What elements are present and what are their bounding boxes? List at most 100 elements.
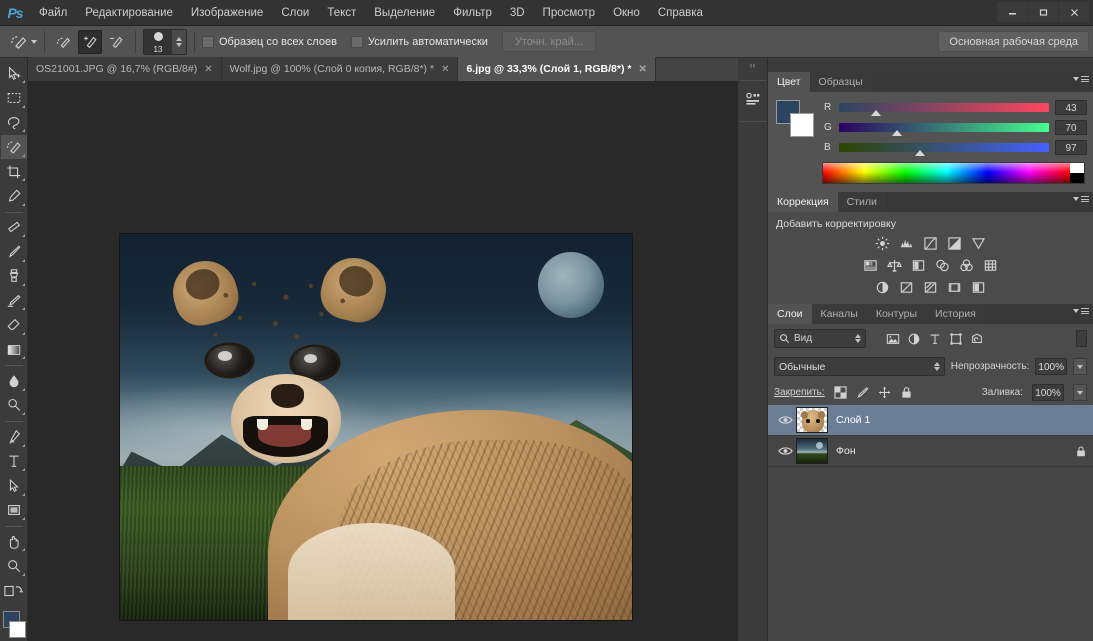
adjustment-filter-icon[interactable] [907, 332, 921, 346]
shape-filter-icon[interactable] [949, 332, 963, 346]
lock-position-icon[interactable] [878, 386, 891, 399]
document-tab-wolf[interactable]: Wolf.jpg @ 100% (Слой 0 копия, RGB/8*) *… [222, 57, 459, 81]
type-tool[interactable] [1, 450, 27, 473]
gradient-map-icon[interactable] [945, 278, 965, 296]
background-color-swatch[interactable] [9, 621, 26, 638]
tab-styles[interactable]: Стили [838, 192, 886, 212]
document-canvas[interactable] [120, 234, 632, 620]
lock-transparency-icon[interactable] [834, 386, 847, 399]
clone-stamp-tool[interactable] [1, 265, 27, 288]
layer-thumbnail[interactable] [796, 438, 828, 464]
brush-size-picker[interactable]: 13 [143, 29, 187, 55]
panel-menu-icon[interactable] [1073, 196, 1089, 202]
menu-item-file[interactable]: Файл [30, 0, 76, 26]
hand-tool[interactable] [1, 530, 27, 553]
quick-selection-tool[interactable] [1, 135, 27, 158]
eyedropper-tool[interactable] [1, 184, 27, 207]
black-white-icon[interactable] [909, 256, 929, 274]
curves-icon[interactable] [921, 234, 941, 252]
canvas-area[interactable] [28, 82, 738, 641]
panel-menu-icon[interactable] [1073, 76, 1089, 82]
menu-item-window[interactable]: Окно [604, 0, 649, 26]
auto-enhance-checkbox[interactable]: Усилить автоматически [351, 36, 488, 48]
current-tool-preset[interactable] [0, 33, 37, 51]
tab-layers[interactable]: Слои [768, 304, 812, 324]
layer-name[interactable]: Слой 1 [836, 414, 1087, 426]
menu-item-edit[interactable]: Редактирование [76, 0, 182, 26]
document-tab-os21001[interactable]: OS21001.JPG @ 16,7% (RGB/8#) ✕ [28, 57, 222, 81]
menu-item-filter[interactable]: Фильтр [444, 0, 501, 26]
lasso-tool[interactable] [1, 111, 27, 134]
zoom-tool[interactable] [1, 554, 27, 577]
fill-stepper-icon[interactable] [1073, 384, 1087, 401]
invert-icon[interactable] [873, 278, 893, 296]
dodge-tool[interactable] [1, 394, 27, 417]
tab-swatches[interactable]: Образцы [810, 72, 872, 92]
blur-tool[interactable] [1, 369, 27, 392]
hue-saturation-icon[interactable] [861, 256, 881, 274]
checkbox-box[interactable] [351, 36, 363, 48]
brush-tool[interactable] [1, 240, 27, 263]
menu-item-type[interactable]: Текст [318, 0, 365, 26]
close-icon[interactable]: ✕ [441, 64, 449, 75]
menu-item-help[interactable]: Справка [649, 0, 712, 26]
lock-all-icon[interactable] [900, 386, 913, 399]
new-selection-button[interactable] [52, 30, 76, 54]
layer-visibility-icon[interactable] [774, 445, 796, 457]
menu-item-3d[interactable]: 3D [501, 0, 534, 26]
history-brush-tool[interactable] [1, 289, 27, 312]
slider-track-b[interactable] [839, 143, 1049, 152]
shape-tool[interactable] [1, 499, 27, 522]
menu-item-view[interactable]: Просмотр [534, 0, 605, 26]
sample-all-layers-checkbox[interactable]: Образец со всех слоев [202, 36, 337, 48]
smartobject-filter-icon[interactable] [970, 332, 984, 346]
subtract-from-selection-button[interactable] [104, 30, 128, 54]
move-tool[interactable] [1, 62, 27, 85]
collapse-panels-icon[interactable]: ‹‹ [738, 58, 768, 72]
color-swatches[interactable] [0, 609, 28, 641]
layer-row-sloy1[interactable]: Слой 1 [768, 405, 1093, 436]
marquee-tool[interactable] [1, 86, 27, 109]
exposure-icon[interactable] [945, 234, 965, 252]
layer-visibility-icon[interactable] [774, 414, 796, 426]
layer-row-background[interactable]: Фон [768, 436, 1093, 467]
slider-track-g[interactable] [839, 123, 1049, 132]
close-icon[interactable] [1059, 2, 1089, 22]
color-spectrum-ramp[interactable] [822, 162, 1085, 184]
posterize-icon[interactable] [897, 278, 917, 296]
blend-mode-select[interactable]: Обычные [774, 357, 945, 376]
restore-icon[interactable] [1028, 2, 1058, 22]
eraser-tool[interactable] [1, 313, 27, 336]
levels-icon[interactable] [897, 234, 917, 252]
pen-tool[interactable] [1, 425, 27, 448]
selective-color-icon[interactable] [969, 278, 989, 296]
channel-mixer-icon[interactable] [957, 256, 977, 274]
color-lookup-icon[interactable] [981, 256, 1001, 274]
path-selection-tool[interactable] [1, 474, 27, 497]
workspace-switcher-button[interactable]: Основная рабочая среда [938, 31, 1089, 52]
menu-item-layer[interactable]: Слои [272, 0, 318, 26]
fill-value[interactable]: 100% [1032, 384, 1064, 401]
type-filter-icon[interactable] [928, 332, 942, 346]
quick-mask-toggle[interactable] [1, 579, 27, 602]
tab-history[interactable]: История [926, 304, 985, 324]
properties-icon[interactable] [740, 87, 766, 113]
panel-menu-icon[interactable] [1073, 308, 1089, 314]
slider-track-r[interactable] [839, 103, 1049, 112]
opacity-stepper-icon[interactable] [1073, 358, 1087, 375]
chevron-down-icon[interactable] [31, 40, 37, 44]
color-balance-icon[interactable] [885, 256, 905, 274]
document-tab-6jpg[interactable]: 6.jpg @ 33,3% (Слой 1, RGB/8*) * ✕ [458, 57, 655, 81]
menu-item-image[interactable]: Изображение [182, 0, 272, 26]
lock-image-icon[interactable] [856, 386, 869, 399]
layer-thumbnail[interactable] [796, 407, 828, 433]
brush-stepper[interactable] [172, 30, 186, 54]
tab-paths[interactable]: Контуры [867, 304, 926, 324]
photo-filter-icon[interactable] [933, 256, 953, 274]
menu-item-select[interactable]: Выделение [365, 0, 444, 26]
close-icon[interactable]: ✕ [204, 64, 212, 75]
channel-value-g[interactable]: 70 [1055, 120, 1087, 135]
crop-tool[interactable] [1, 160, 27, 183]
gradient-tool[interactable] [1, 338, 27, 361]
opacity-value[interactable]: 100% [1035, 358, 1067, 375]
